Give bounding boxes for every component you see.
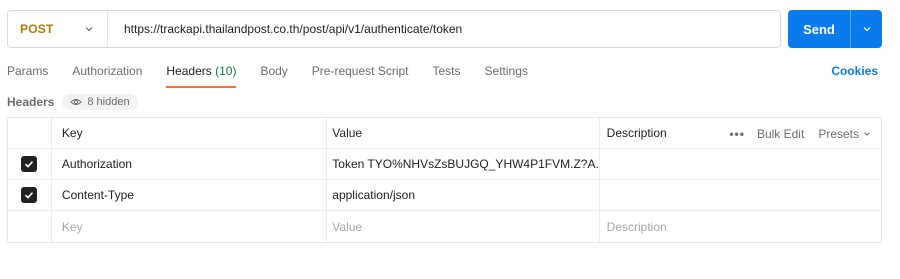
chevron-down-icon xyxy=(864,131,870,136)
checkmark-icon xyxy=(25,192,34,199)
header-description-cell[interactable] xyxy=(598,180,881,210)
cookies-link[interactable]: Cookies xyxy=(831,64,878,78)
column-header-value: Value xyxy=(326,118,598,148)
tab-params[interactable]: Params xyxy=(7,64,48,88)
tab-label: Tests xyxy=(432,64,461,78)
eye-icon xyxy=(70,99,83,105)
header-key-cell[interactable]: Content-Type xyxy=(50,180,326,210)
tab-settings[interactable]: Settings xyxy=(485,64,528,88)
send-button[interactable]: Send xyxy=(788,10,882,48)
row-checkbox-cell xyxy=(8,149,51,179)
method-label: POST xyxy=(20,22,54,36)
tab-pre-request-script[interactable]: Pre-request Script xyxy=(312,64,409,88)
hidden-headers-toggle[interactable]: 8 hidden xyxy=(62,94,138,110)
send-options-button[interactable] xyxy=(851,10,882,48)
table-row-empty: Key Value Description xyxy=(8,211,881,242)
method-selector[interactable]: POST xyxy=(8,11,108,47)
table-header-row: Key Value Description ••• Bulk Edit Pres… xyxy=(8,118,881,149)
column-header-key: Key xyxy=(50,118,326,148)
tab-label: Settings xyxy=(484,64,528,78)
checkmark-icon xyxy=(25,161,34,168)
new-key-input[interactable]: Key xyxy=(50,211,326,242)
bulk-edit-button[interactable]: Bulk Edit xyxy=(757,127,804,141)
header-description-cell[interactable] xyxy=(598,149,881,179)
url-bar: POST https://trackapi.thailandpost.co.th… xyxy=(7,10,781,48)
table-row: Authorization Token TYO%NHVsZsBUJGQ_YHW4… xyxy=(8,149,881,180)
tab-label: Params xyxy=(7,64,49,78)
headers-subbar: Headers 8 hidden xyxy=(7,94,138,110)
tab-headers[interactable]: Headers (10) xyxy=(166,64,237,88)
tab-tests[interactable]: Tests xyxy=(433,64,461,88)
row-checkbox-cell xyxy=(8,211,51,242)
header-value-cell[interactable]: Token TYO%NHVsZsBUJGQ_YHW4P1FVM.Z?A... xyxy=(326,149,599,179)
chevron-down-icon xyxy=(85,27,93,32)
presets-dropdown[interactable]: Presets xyxy=(818,127,871,141)
tab-label: Authorization xyxy=(72,64,143,78)
tab-label: Pre-request Script xyxy=(311,64,409,78)
header-value-cell[interactable]: application/json xyxy=(326,180,598,210)
headers-title: Headers xyxy=(7,95,55,109)
table-actions: ••• Bulk Edit Presets xyxy=(729,118,871,149)
url-input[interactable]: https://trackapi.thailandpost.co.th/post… xyxy=(108,22,780,36)
row-checkbox-cell xyxy=(8,180,51,210)
new-value-input[interactable]: Value xyxy=(326,211,598,242)
tab-count: (10) xyxy=(215,64,237,78)
request-tabs: Params Authorization Headers (10) Body P… xyxy=(7,64,552,88)
column-header-description-label: Description xyxy=(606,126,667,140)
tab-body[interactable]: Body xyxy=(260,64,287,88)
send-label: Send xyxy=(803,21,835,37)
more-options-icon[interactable]: ••• xyxy=(729,127,745,141)
header-key-cell[interactable]: Authorization xyxy=(50,149,326,179)
new-description-input[interactable]: Description xyxy=(598,211,881,242)
headers-table: Key Value Description ••• Bulk Edit Pres… xyxy=(7,117,882,243)
tab-authorization[interactable]: Authorization xyxy=(72,64,142,88)
chevron-down-icon xyxy=(863,27,870,32)
row-checkbox[interactable] xyxy=(21,156,38,172)
check-column-header xyxy=(8,118,51,148)
tab-label: Body xyxy=(260,64,288,78)
tab-label: Headers xyxy=(166,64,212,78)
row-checkbox[interactable] xyxy=(21,187,38,203)
table-row: Content-Type application/json xyxy=(8,180,881,211)
hidden-count-label: 8 hidden xyxy=(87,96,130,108)
presets-label: Presets xyxy=(818,126,859,141)
